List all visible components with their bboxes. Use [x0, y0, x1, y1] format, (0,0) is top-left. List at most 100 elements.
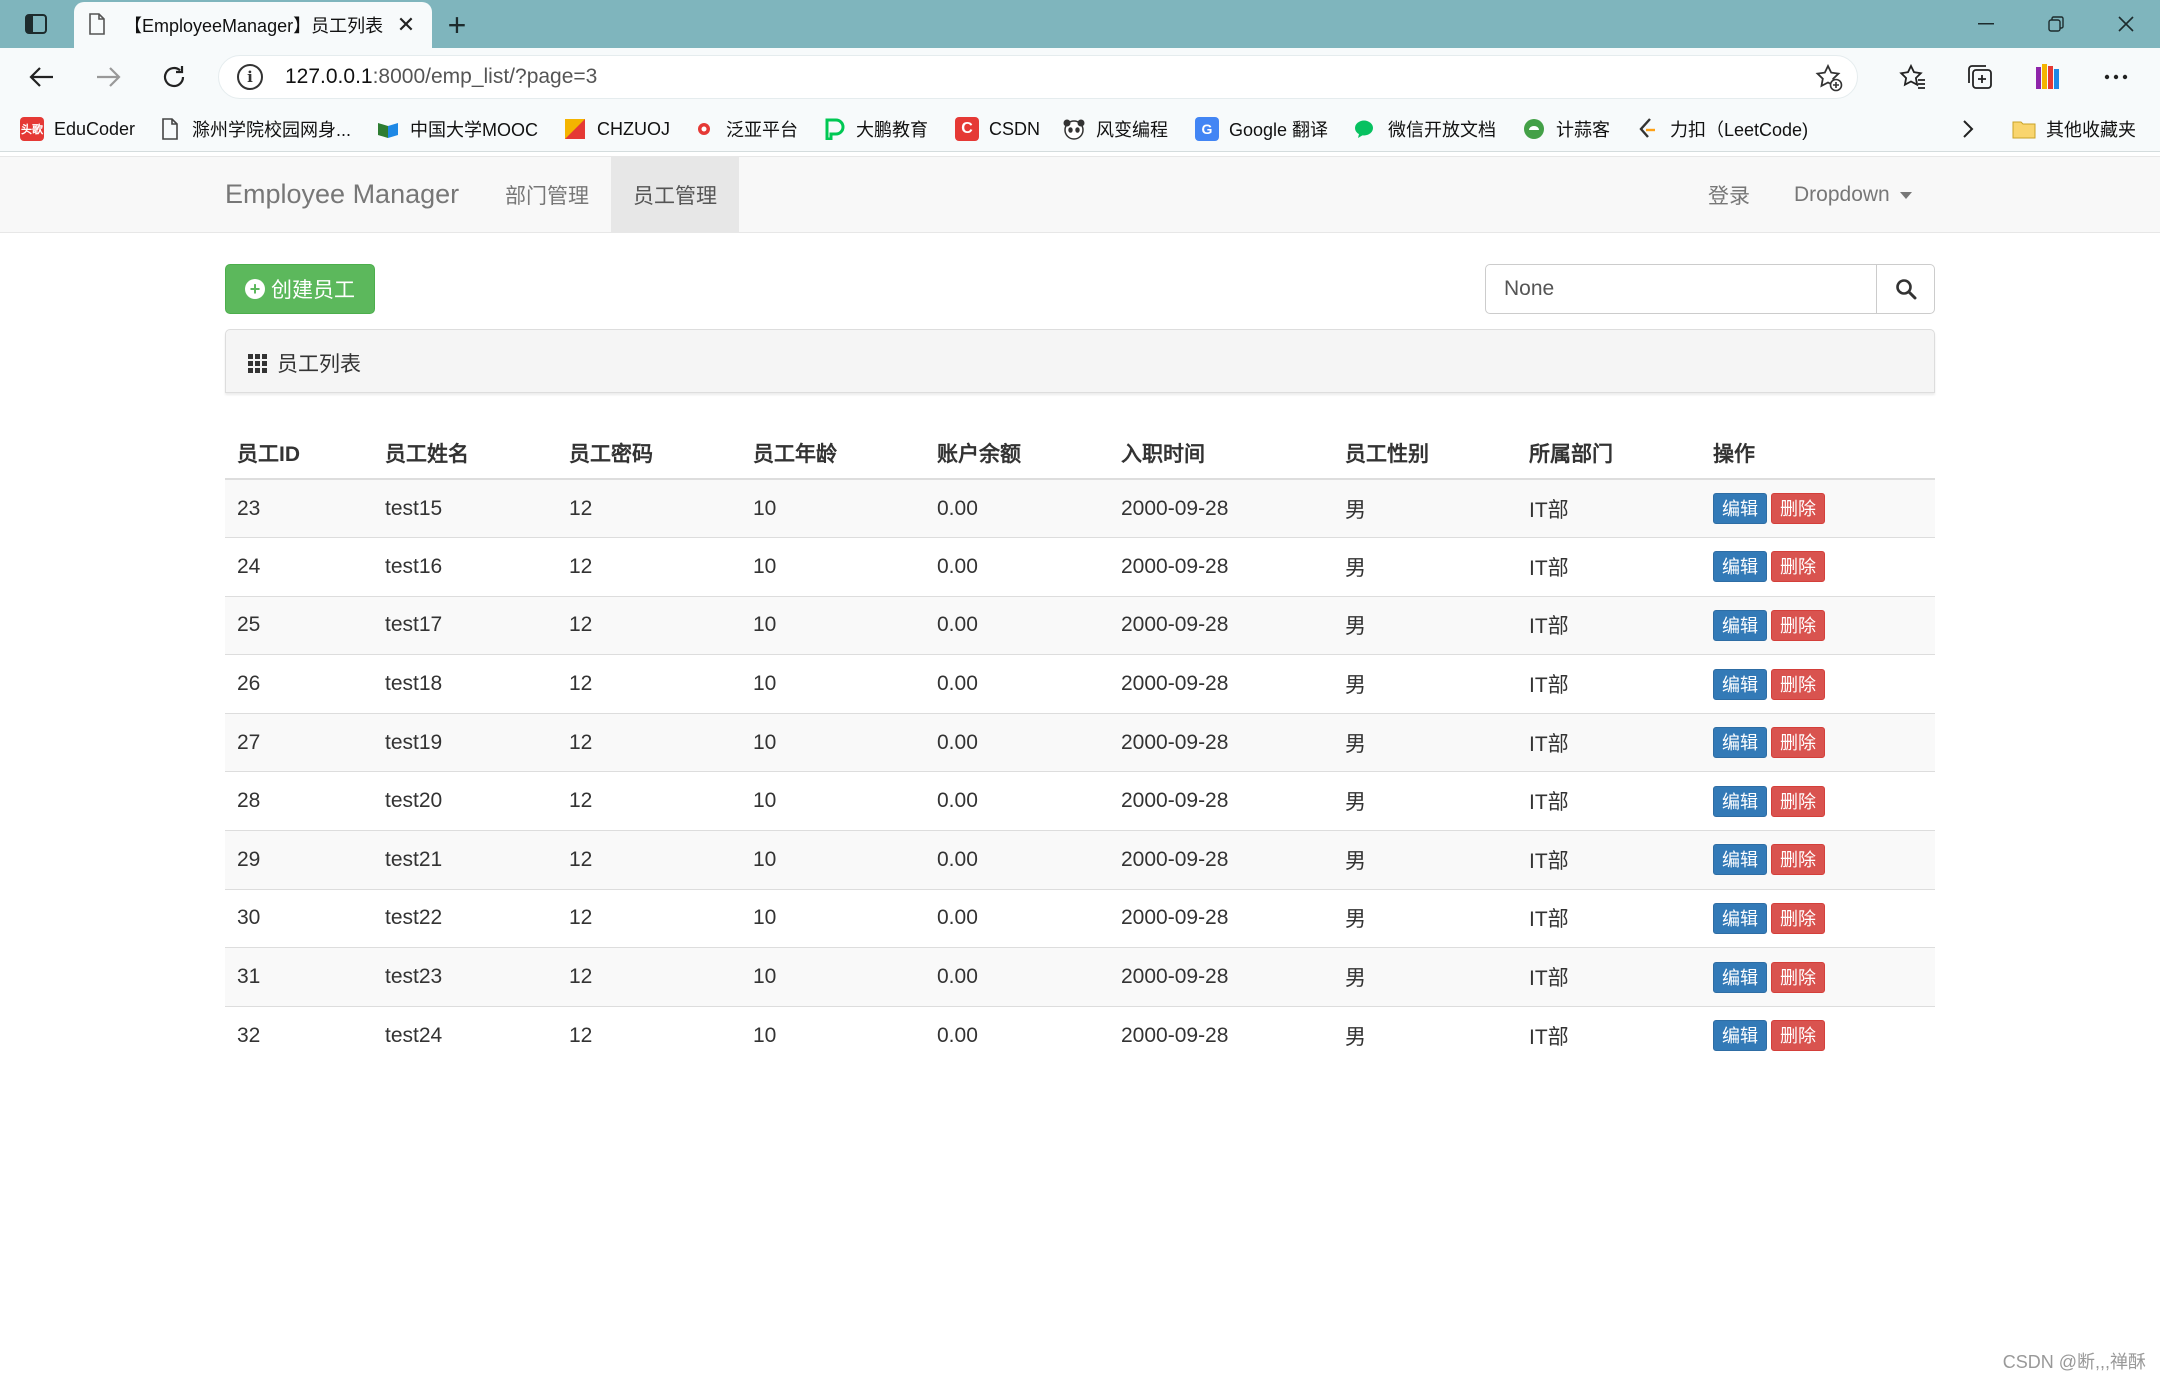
other-favorites-label: 其他收藏夹	[2046, 120, 2136, 140]
nav-dropdown[interactable]: Dropdown	[1772, 157, 1934, 233]
browser-title-bar: 【EmployeeManager】员工列表 ✕ +	[0, 0, 2160, 48]
bookmark-csdn[interactable]: C CSDN	[955, 114, 1040, 144]
close-tab-icon[interactable]: ✕	[394, 12, 418, 37]
folder-icon	[2012, 117, 2036, 141]
search-button[interactable]	[1877, 264, 1935, 314]
table-row: 25 test17 12 10 0.00 2000-09-28 男 IT部 编辑 删除	[225, 595, 1935, 655]
account-balance-cell: 0.00	[925, 654, 1109, 714]
table-row: 27 test19 12 10 0.00 2000-09-28 男 IT部 编辑 删除	[225, 712, 1935, 772]
edit-button[interactable]: 编辑	[1713, 551, 1767, 583]
favorites-icon[interactable]	[1895, 59, 1931, 95]
delete-button[interactable]: 删除	[1771, 902, 1825, 934]
employee-name-cell: test15	[373, 478, 557, 538]
delete-button[interactable]: 删除	[1771, 785, 1825, 817]
actions-cell: 编辑 删除	[1701, 537, 1935, 597]
employee-age-cell: 10	[741, 771, 925, 831]
edit-button[interactable]: 编辑	[1713, 493, 1767, 525]
refresh-button[interactable]	[154, 57, 194, 97]
edit-button[interactable]: 编辑	[1713, 668, 1767, 700]
collections-icon[interactable]	[1962, 59, 1998, 95]
employee-id-cell: 29	[225, 830, 373, 890]
bookmark-label: EduCoder	[54, 118, 136, 139]
delete-button[interactable]: 删除	[1771, 961, 1825, 993]
bookmark-label: 计蒜客	[1556, 120, 1610, 140]
bookmark-wechat-docs[interactable]: 微信开放文档	[1354, 114, 1496, 144]
account-balance-cell: 0.00	[925, 947, 1109, 1007]
other-favorites[interactable]: 其他收藏夹	[2012, 114, 2136, 144]
employee-gender-cell: 男	[1333, 771, 1517, 831]
department-cell: IT部	[1517, 947, 1701, 1007]
extension-icon[interactable]	[2030, 59, 2066, 95]
edit-button[interactable]: 编辑	[1713, 844, 1767, 876]
nav-department-management[interactable]: 部门管理	[483, 157, 611, 233]
delete-button[interactable]: 删除	[1771, 1020, 1825, 1052]
employee-gender-cell: 男	[1333, 478, 1517, 538]
bookmark-educoder[interactable]: 头歌 EduCoder	[20, 114, 135, 144]
tab-title: 【EmployeeManager】员工列表	[124, 16, 384, 36]
employee-id-cell: 25	[225, 595, 373, 655]
fanya-icon	[692, 117, 716, 141]
bookmark-chuzhou[interactable]: 滁州学院校园网身...	[158, 114, 351, 144]
bookmark-mooc[interactable]: 中国大学MOOC	[376, 114, 538, 144]
edit-button[interactable]: 编辑	[1713, 902, 1767, 934]
bookmark-label: 风变编程	[1096, 120, 1168, 140]
delete-button[interactable]: 删除	[1771, 844, 1825, 876]
bookmark-dapeng[interactable]: 大鹏教育	[822, 114, 928, 144]
back-button[interactable]	[22, 57, 62, 97]
bookmark-jisuanke[interactable]: 计蒜客	[1522, 114, 1610, 144]
bookmarks-overflow-icon[interactable]	[1962, 114, 1974, 144]
employee-id-cell: 31	[225, 947, 373, 1007]
new-tab-button[interactable]: +	[440, 7, 474, 43]
delete-button[interactable]: 删除	[1771, 609, 1825, 641]
account-balance-cell: 0.00	[925, 537, 1109, 597]
department-cell: IT部	[1517, 888, 1701, 948]
brand-link[interactable]: Employee Manager	[225, 179, 459, 210]
site-info-icon[interactable]: i	[237, 64, 263, 90]
table-row: 29 test21 12 10 0.00 2000-09-28 男 IT部 编辑 删除	[225, 830, 1935, 890]
edit-button[interactable]: 编辑	[1713, 785, 1767, 817]
delete-button[interactable]: 删除	[1771, 551, 1825, 583]
search-input[interactable]	[1485, 264, 1877, 314]
bookmark-google-translate[interactable]: G Google 翻译	[1195, 114, 1328, 144]
close-window-button[interactable]	[2092, 0, 2160, 48]
column-header: 员工ID	[225, 428, 373, 480]
bookmark-chzuoj[interactable]: CHZUOJ	[563, 114, 670, 144]
employee-age-cell: 10	[741, 478, 925, 538]
add-favorite-icon[interactable]	[1815, 63, 1843, 92]
minimize-button[interactable]	[1952, 0, 2020, 48]
address-bar[interactable]: i 127.0.0.1:8000/emp_list/?page=3	[218, 55, 1858, 99]
employee-age-cell: 10	[741, 654, 925, 714]
restore-button[interactable]	[2022, 0, 2090, 48]
employee-password-cell: 12	[557, 654, 741, 714]
nav-login[interactable]: 登录	[1686, 157, 1772, 233]
browser-tab[interactable]: 【EmployeeManager】员工列表 ✕	[74, 2, 432, 48]
bookmark-leetcode[interactable]: 力扣（LeetCode)	[1636, 114, 1808, 144]
employee-list-panel: 员工列表	[225, 329, 1935, 393]
bookmark-label: 中国大学MOOC	[410, 120, 538, 140]
more-menu-icon[interactable]	[2098, 59, 2134, 95]
employee-name-cell: test21	[373, 830, 557, 890]
employee-password-cell: 12	[557, 830, 741, 890]
delete-button[interactable]: 删除	[1771, 493, 1825, 525]
employee-age-cell: 10	[741, 537, 925, 597]
actions-cell: 编辑 删除	[1701, 595, 1935, 655]
account-balance-cell: 0.00	[925, 830, 1109, 890]
nav-employee-management[interactable]: 员工管理	[611, 157, 739, 233]
edit-button[interactable]: 编辑	[1713, 961, 1767, 993]
delete-button[interactable]: 删除	[1771, 727, 1825, 759]
employee-name-cell: test16	[373, 537, 557, 597]
employee-id-cell: 23	[225, 478, 373, 538]
create-employee-button[interactable]: + 创建员工	[225, 264, 375, 314]
employee-gender-cell: 男	[1333, 830, 1517, 890]
educoder-icon: 头歌	[20, 117, 44, 141]
tab-actions-icon[interactable]	[22, 10, 50, 38]
bookmark-fengbian[interactable]: 风变编程	[1062, 114, 1168, 144]
edit-button[interactable]: 编辑	[1713, 1020, 1767, 1052]
department-cell: IT部	[1517, 478, 1701, 538]
edit-button[interactable]: 编辑	[1713, 609, 1767, 641]
forward-button[interactable]	[88, 57, 128, 97]
table-row: 31 test23 12 10 0.00 2000-09-28 男 IT部 编辑 删除	[225, 947, 1935, 1007]
edit-button[interactable]: 编辑	[1713, 727, 1767, 759]
delete-button[interactable]: 删除	[1771, 668, 1825, 700]
bookmark-fanya[interactable]: 泛亚平台	[692, 114, 798, 144]
